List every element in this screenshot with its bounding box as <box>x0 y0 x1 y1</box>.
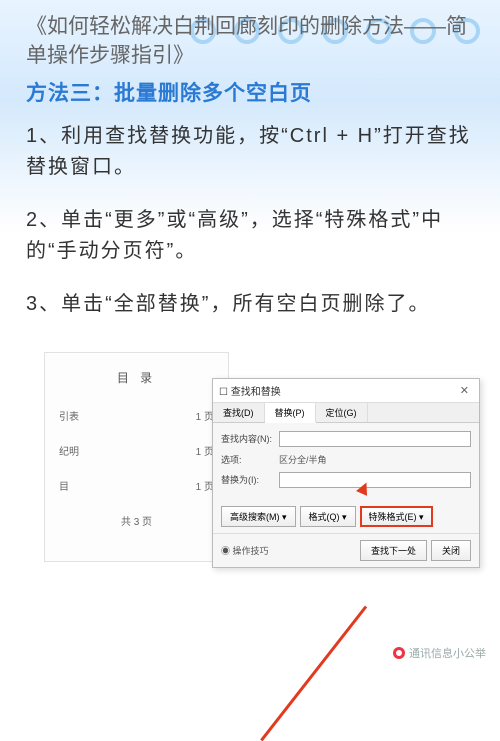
find-next-button[interactable]: 查找下一处 <box>360 540 427 561</box>
watermark: 通讯信息小公举 <box>393 645 486 661</box>
step-2: 2、单击“更多”或“高级”，选择“特殊格式”中的“手动分页符”。 <box>26 205 474 267</box>
toc-total: 共 3 页 <box>59 513 214 528</box>
replace-label: 替换为(I): <box>221 473 273 486</box>
toc-row: 目1 页 <box>59 478 214 493</box>
article-title: 《如何轻松解决白荆回廊刻印的删除方法——简单操作步骤指引》 <box>26 12 474 71</box>
find-input[interactable] <box>279 431 471 447</box>
method-heading: 方法三：批量删除多个空白页 <box>26 77 474 107</box>
special-format-button[interactable]: 特殊格式(E) ▾ <box>360 506 433 527</box>
replace-input[interactable] <box>279 472 471 488</box>
step-1: 1、利用查找替换功能，按“Ctrl + H”打开查找替换窗口。 <box>26 121 474 183</box>
find-replace-dialog: ☐ 查找和替换 ✕ 查找(D) 替换(P) 定位(G) 查找内容(N): 选项:… <box>212 378 480 568</box>
advanced-search-button[interactable]: 高级搜索(M) ▾ <box>221 506 296 527</box>
tab-find[interactable]: 查找(D) <box>213 403 265 422</box>
format-button[interactable]: 格式(Q) ▾ <box>300 506 356 527</box>
tips-link[interactable]: ◉ 操作技巧 <box>221 544 269 557</box>
tab-goto[interactable]: 定位(G) <box>316 403 368 422</box>
weibo-icon <box>393 647 405 659</box>
options-value: 区分全/半角 <box>279 453 327 466</box>
toc-row: 引表1 页 <box>59 408 214 423</box>
close-button[interactable]: 关闭 <box>431 540 471 561</box>
dialog-title: ☐ 查找和替换 <box>219 383 281 398</box>
document-preview: 目 录 引表1 页 纪明1 页 目1 页 共 3 页 <box>44 352 229 562</box>
doc-toc-title: 目 录 <box>59 369 214 386</box>
tab-replace[interactable]: 替换(P) <box>265 403 316 423</box>
options-label: 选项: <box>221 453 273 466</box>
close-icon[interactable]: ✕ <box>456 384 473 397</box>
demo-screenshot: 目 录 引表1 页 纪明1 页 目1 页 共 3 页 ☐ 查找和替换 ✕ 查找(… <box>26 342 474 602</box>
step-3: 3、单击“全部替换”，所有空白页删除了。 <box>26 289 474 320</box>
toc-row: 纪明1 页 <box>59 443 214 458</box>
find-label: 查找内容(N): <box>221 432 273 445</box>
